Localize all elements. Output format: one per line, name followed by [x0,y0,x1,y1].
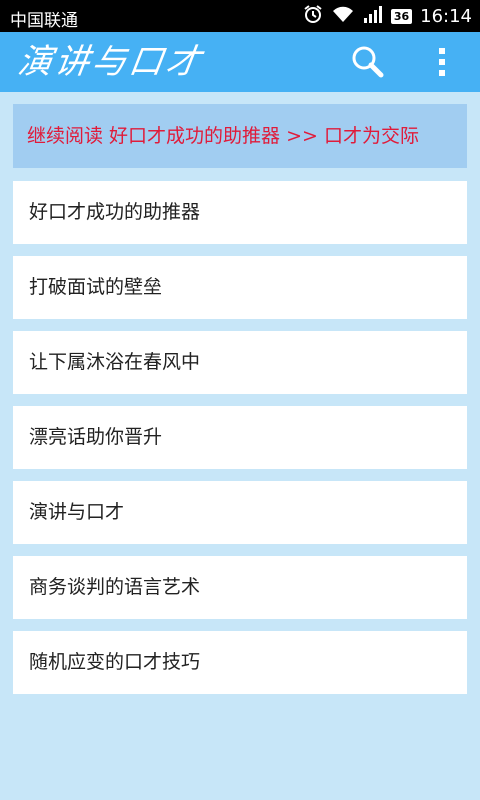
alarm-icon [303,4,323,29]
list-item[interactable]: 打破面试的壁垒 [13,256,467,319]
list-item[interactable]: 演讲与口才 [13,481,467,544]
overflow-menu-button[interactable] [426,44,458,80]
list-item[interactable]: 好口才成功的助推器 [13,181,467,244]
clock: 16:14 [420,5,472,27]
overflow-menu-icon [439,48,445,76]
app-bar: 演讲与口才 [0,32,480,92]
carrier-name: 中国联通 [10,11,78,31]
search-button[interactable] [348,44,388,80]
status-bar: 中国联通 36 16:14 [0,0,480,32]
app-title: 演讲与口才 [15,42,206,82]
signal-icon [363,4,383,29]
network-type-badge: 36 [390,8,413,24]
list-item[interactable]: 让下属沐浴在春风中 [13,331,467,394]
search-icon [352,46,384,78]
article-list: 好口才成功的助推器 打破面试的壁垒 让下属沐浴在春风中 漂亮话助你晋升 演讲与口… [13,181,467,706]
wifi-icon [331,4,355,29]
status-icons: 36 16:14 [295,4,472,28]
list-item[interactable]: 漂亮话助你晋升 [13,406,467,469]
list-item[interactable]: 商务谈判的语言艺术 [13,556,467,619]
list-item[interactable]: 随机应变的口才技巧 [13,631,467,694]
continue-reading-banner[interactable]: 继续阅读 好口才成功的助推器 >> 口才为交际 [13,104,467,168]
